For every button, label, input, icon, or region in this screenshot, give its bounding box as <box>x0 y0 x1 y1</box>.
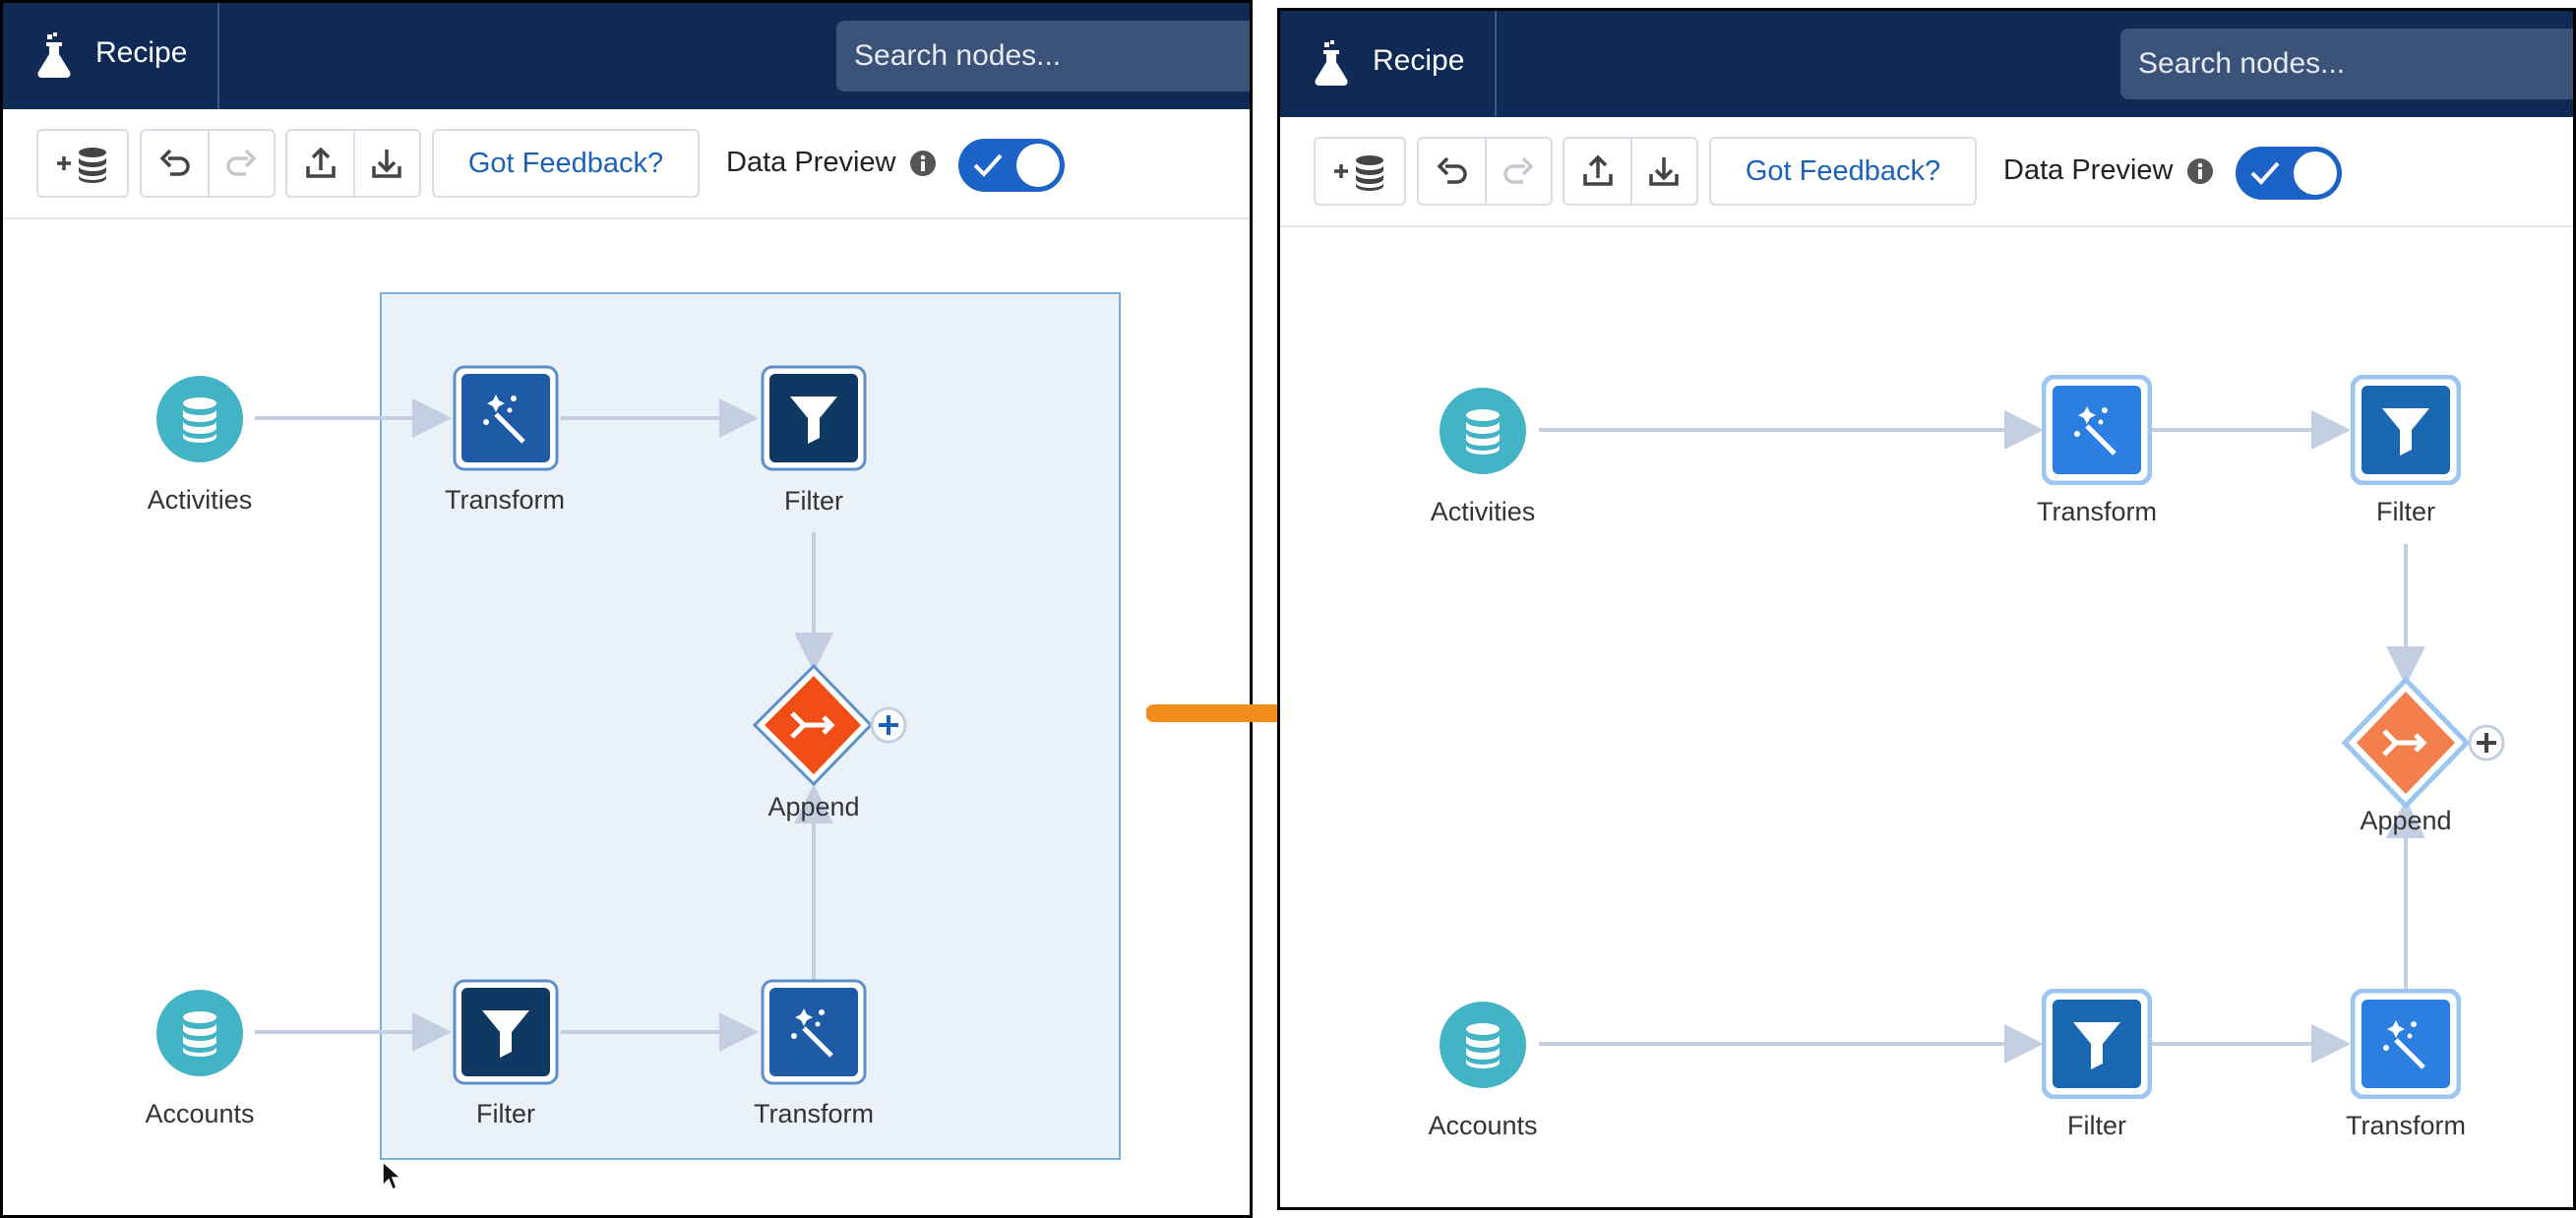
redo-button[interactable] <box>1485 139 1551 204</box>
transform-node[interactable] <box>2042 375 2152 485</box>
node-label: Filter <box>476 1099 535 1128</box>
node-label: Filter <box>2067 1111 2126 1140</box>
node-label: Filter <box>784 486 843 516</box>
activities-node[interactable] <box>1439 387 1527 475</box>
accounts-node[interactable] <box>1439 1001 1527 1089</box>
search-input[interactable]: Search nodes... <box>2120 29 2573 99</box>
node-label: Transform <box>753 1099 874 1128</box>
append-node[interactable] <box>749 662 926 790</box>
filter-node[interactable] <box>2042 989 2152 1099</box>
history-group <box>140 129 276 198</box>
app-header: Recipe Search nodes... <box>1280 11 2573 117</box>
info-icon[interactable] <box>2185 156 2215 186</box>
data-preview-label: Data Preview <box>2003 154 2174 186</box>
upload-button[interactable] <box>287 131 353 196</box>
node-label: Accounts <box>145 1099 255 1128</box>
history-group <box>1417 137 1553 206</box>
mouse-cursor-icon <box>382 1160 402 1191</box>
toolbar: Got Feedback? Data Preview <box>1280 117 2573 227</box>
transform-node[interactable] <box>761 979 867 1085</box>
activities-node[interactable] <box>155 375 244 463</box>
app-header: Recipe Search nodes... <box>3 3 1250 109</box>
check-icon <box>973 153 1003 177</box>
node-label: Activities <box>1430 497 1536 526</box>
feedback-button[interactable]: Got Feedback? <box>432 129 700 198</box>
download-button[interactable] <box>1630 139 1696 204</box>
redo-icon <box>1503 156 1533 184</box>
undo-icon <box>159 149 190 176</box>
append-node[interactable] <box>2339 676 2526 810</box>
upload-icon <box>1582 154 1613 186</box>
filter-node[interactable] <box>761 365 867 471</box>
node-label: Transform <box>2036 497 2157 526</box>
filter-node[interactable] <box>453 979 559 1085</box>
recipe-canvas[interactable]: Activities Accounts Transform Filter App… <box>1280 227 2573 1207</box>
import-export-group <box>1563 137 1698 206</box>
undo-button[interactable] <box>1419 139 1485 204</box>
redo-button[interactable] <box>208 131 274 196</box>
node-label: Append <box>2360 806 2452 835</box>
transform-node[interactable] <box>453 365 559 471</box>
database-plus-icon <box>1334 155 1383 191</box>
redo-icon <box>225 149 256 176</box>
toolbar: Got Feedback? Data Preview <box>3 109 1250 219</box>
database-plus-icon <box>57 148 106 183</box>
download-icon <box>1648 157 1679 186</box>
app-brand: Recipe <box>1280 11 1497 117</box>
add-data-button[interactable] <box>36 129 129 198</box>
node-label: Filter <box>2376 497 2435 526</box>
add-data-button[interactable] <box>1314 137 1406 206</box>
filter-node[interactable] <box>2351 375 2461 485</box>
app-title: Recipe <box>95 36 188 69</box>
download-icon <box>371 150 401 178</box>
app-brand: Recipe <box>3 3 219 109</box>
undo-icon <box>1437 156 1467 184</box>
recipe-canvas[interactable]: Activities Accounts Transform Filter App… <box>3 219 1250 1215</box>
check-icon <box>2250 161 2280 185</box>
download-button[interactable] <box>353 131 419 196</box>
flask-icon <box>1315 40 1348 86</box>
recipe-editor-after: Recipe Search nodes... Got Feedback? Dat… <box>1277 8 2576 1210</box>
accounts-node[interactable] <box>155 989 244 1077</box>
node-label: Accounts <box>1428 1111 1538 1140</box>
data-preview-toggle[interactable] <box>2236 147 2342 200</box>
undo-button[interactable] <box>142 131 208 196</box>
upload-button[interactable] <box>1564 139 1630 204</box>
flask-icon <box>37 32 71 78</box>
search-input[interactable]: Search nodes... <box>836 21 1250 91</box>
data-preview-label: Data Preview <box>726 147 896 178</box>
data-preview-toggle[interactable] <box>958 139 1065 192</box>
node-label: Transform <box>2345 1111 2466 1140</box>
import-export-group <box>285 129 421 198</box>
node-label: Activities <box>147 485 253 515</box>
feedback-button[interactable]: Got Feedback? <box>1709 137 1977 206</box>
transform-node[interactable] <box>2351 989 2461 1099</box>
node-label: Transform <box>444 485 565 515</box>
upload-icon <box>305 147 336 178</box>
info-icon[interactable] <box>908 149 938 178</box>
app-title: Recipe <box>1373 44 1465 77</box>
recipe-editor-before: Recipe Search nodes... Got Feedback? Dat… <box>0 0 1253 1218</box>
node-label: Append <box>767 792 860 822</box>
